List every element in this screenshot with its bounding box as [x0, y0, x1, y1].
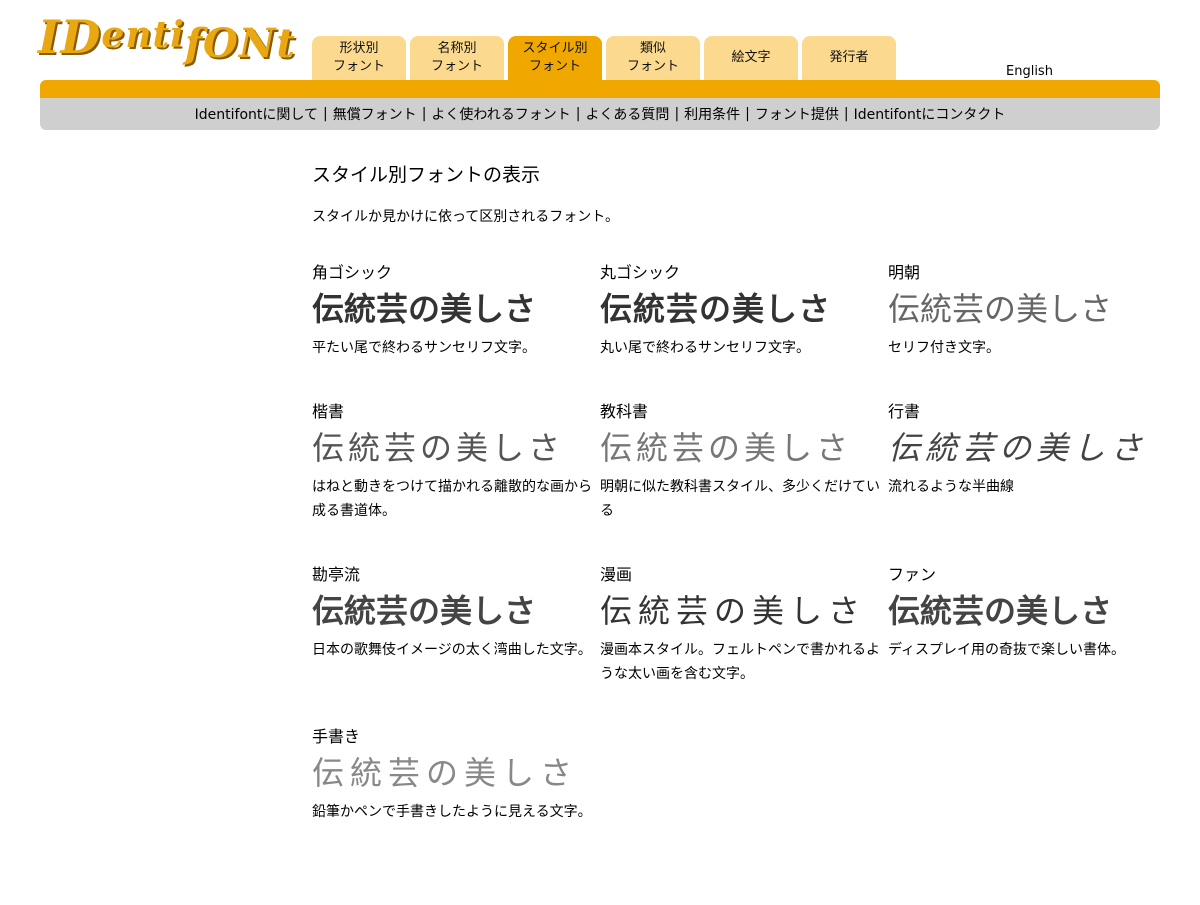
nav-link-contact[interactable]: Identifontにコンタクト [854, 104, 1006, 124]
tab-shape[interactable]: 形状別 フォント [312, 36, 406, 80]
style-card-kaisho[interactable]: 楷書 伝統芸の美しさ はねと動きをつけて描かれる離散的な画から成る書道体。 [312, 401, 592, 523]
style-name[interactable]: 漫画 [600, 564, 880, 586]
nav-separator: | [322, 106, 328, 122]
nav-link-font-submission[interactable]: フォント提供 [755, 104, 839, 124]
style-description: 丸い尾で終わるサンセリフ文字。 [600, 340, 810, 356]
style-description: セリフ付き文字。 [888, 340, 1000, 356]
style-sample[interactable]: 伝統芸の美しさ [312, 423, 592, 473]
logo-part-1: ID [38, 10, 102, 64]
style-name[interactable]: 角ゴシック [312, 262, 592, 284]
accent-bar [40, 80, 1160, 98]
nav-separator: | [421, 106, 427, 122]
style-name[interactable]: 勘亭流 [312, 564, 592, 586]
style-description: 鉛筆かペンで手書きしたように見える文字。 [312, 804, 592, 820]
style-sample[interactable]: 伝統芸の美しさ [888, 586, 1168, 636]
nav-separator: | [674, 106, 680, 122]
style-sample[interactable]: 伝統芸の美しさ [888, 284, 1168, 334]
style-card-mincho[interactable]: 明朝 伝統芸の美しさ セリフ付き文字。 [888, 262, 1168, 360]
style-card-manga[interactable]: 漫画 伝統芸の美しさ 漫画本スタイル。フェルトペンで書かれるような太い画を含む文… [600, 564, 880, 686]
style-name[interactable]: 教科書 [600, 401, 880, 423]
nav-link-terms[interactable]: 利用条件 [684, 104, 740, 124]
style-description: 漫画本スタイル。フェルトペンで書かれるような太い画を含む文字。 [600, 642, 880, 682]
style-card-kyokasho[interactable]: 教科書 伝統芸の美しさ 明朝に似た教科書スタイル、多少くだけている [600, 401, 880, 523]
style-description: 平たい尾で終わるサンセリフ文字。 [312, 340, 536, 356]
style-name[interactable]: 行書 [888, 401, 1168, 423]
style-name[interactable]: 楷書 [312, 401, 592, 423]
style-card-maru-gothic[interactable]: 丸ゴシック 伝統芸の美しさ 丸い尾で終わるサンセリフ文字。 [600, 262, 880, 360]
nav-link-free-fonts[interactable]: 無償フォント [333, 104, 417, 124]
style-sample[interactable]: 伝統芸の美しさ [600, 284, 880, 334]
tab-style[interactable]: スタイル別 フォント [508, 36, 602, 80]
style-name[interactable]: 丸ゴシック [600, 262, 880, 284]
style-card-kanteiryu[interactable]: 勘亭流 伝統芸の美しさ 日本の歌舞伎イメージの太く湾曲した文字。 [312, 564, 592, 662]
nav-link-about[interactable]: Identifontに関して [195, 104, 318, 124]
nav-link-popular-fonts[interactable]: よく使われるフォント [431, 104, 570, 124]
style-sample[interactable]: 伝統芸の美しさ [600, 423, 880, 473]
secondary-nav: Identifontに関して | 無償フォント | よく使われるフォント | よくある… [40, 98, 1160, 130]
style-name[interactable]: 明朝 [888, 262, 1168, 284]
style-card-gyosho[interactable]: 行書 伝統芸の美しさ 流れるような半曲線 [888, 401, 1168, 499]
style-sample[interactable]: 伝統芸の美しさ [600, 586, 880, 636]
page-subtitle: スタイルか見かけに依って区別されるフォント。 [312, 209, 620, 225]
style-description: 日本の歌舞伎イメージの太く湾曲した文字。 [312, 642, 592, 658]
style-description: 明朝に似た教科書スタイル、多少くだけている [600, 479, 880, 519]
style-description: ディスプレイ用の奇抜で楽しい書体。 [888, 642, 1126, 658]
nav-separator: | [575, 106, 581, 122]
identifont-logo[interactable]: IDentifONt [38, 10, 295, 82]
style-card-fun[interactable]: ファン 伝統芸の美しさ ディスプレイ用の奇抜で楽しい書体。 [888, 564, 1168, 662]
tab-name[interactable]: 名称別 フォント [410, 36, 504, 80]
style-name[interactable]: ファン [888, 564, 1168, 586]
style-sample[interactable]: 伝統芸の美しさ [312, 284, 592, 334]
style-sample[interactable]: 伝統芸の美しさ [312, 748, 592, 798]
main-tabs: 形状別 フォント 名称別 フォント スタイル別 フォント 類似 フォント 絵文字… [312, 36, 896, 80]
logo-part-2: enti [101, 14, 185, 56]
style-card-kaku-gothic[interactable]: 角ゴシック 伝統芸の美しさ 平たい尾で終わるサンセリフ文字。 [312, 262, 592, 360]
style-card-handwriting[interactable]: 手書き 伝統芸の美しさ 鉛筆かペンで手書きしたように見える文字。 [312, 726, 592, 824]
logo-part-3: fONt [184, 20, 296, 67]
tab-similar[interactable]: 類似 フォント [606, 36, 700, 80]
style-sample[interactable]: 伝統芸の美しさ [312, 586, 592, 636]
english-link[interactable]: English [1006, 64, 1053, 79]
nav-separator: | [843, 106, 849, 122]
nav-separator: | [745, 106, 750, 122]
style-description: はねと動きをつけて描かれる離散的な画から成る書道体。 [312, 479, 592, 519]
style-description: 流れるような半曲線 [888, 479, 1014, 495]
page-title: スタイル別フォントの表示 [312, 164, 541, 186]
tab-emoji[interactable]: 絵文字 [704, 36, 798, 80]
nav-link-faq[interactable]: よくある質問 [585, 104, 669, 124]
style-sample[interactable]: 伝統芸の美しさ [888, 423, 1168, 473]
style-name[interactable]: 手書き [312, 726, 592, 748]
tab-publisher[interactable]: 発行者 [802, 36, 896, 80]
